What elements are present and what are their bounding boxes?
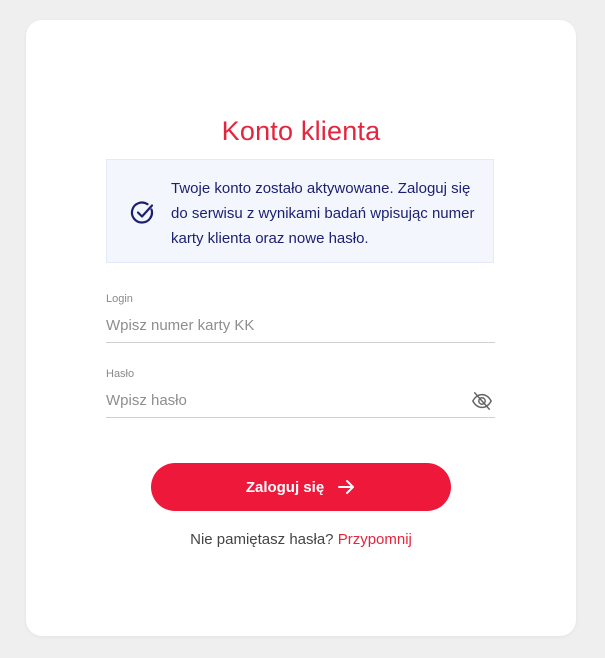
login-field: Login — [106, 293, 495, 343]
arrow-right-icon — [338, 480, 355, 494]
page-title: Konto klienta — [221, 116, 381, 146]
login-input[interactable] — [106, 309, 495, 343]
login-label: Login — [106, 293, 133, 305]
login-button-label: Zaloguj się — [245, 478, 325, 496]
password-label: Hasło — [106, 368, 135, 380]
remind-password-link[interactable]: Przypomnij — [338, 531, 412, 548]
forgot-prompt: Nie pamiętasz hasła? — [190, 531, 334, 548]
forgot-password: Nie pamiętasz hasła? Przypomnij — [26, 531, 576, 548]
check-circle-icon — [130, 201, 154, 224]
password-input[interactable] — [106, 384, 495, 418]
info-message: Twoje konto zostało aktywowane. Zaloguj … — [106, 159, 494, 263]
login-button[interactable]: Zaloguj się — [151, 463, 451, 511]
password-field: Hasło — [106, 368, 495, 418]
login-card: Konto klienta Twoje konto zostało aktywo… — [26, 20, 576, 636]
info-text: Twoje konto zostało aktywowane. Zaloguj … — [171, 180, 475, 247]
eye-off-icon[interactable] — [471, 390, 493, 412]
